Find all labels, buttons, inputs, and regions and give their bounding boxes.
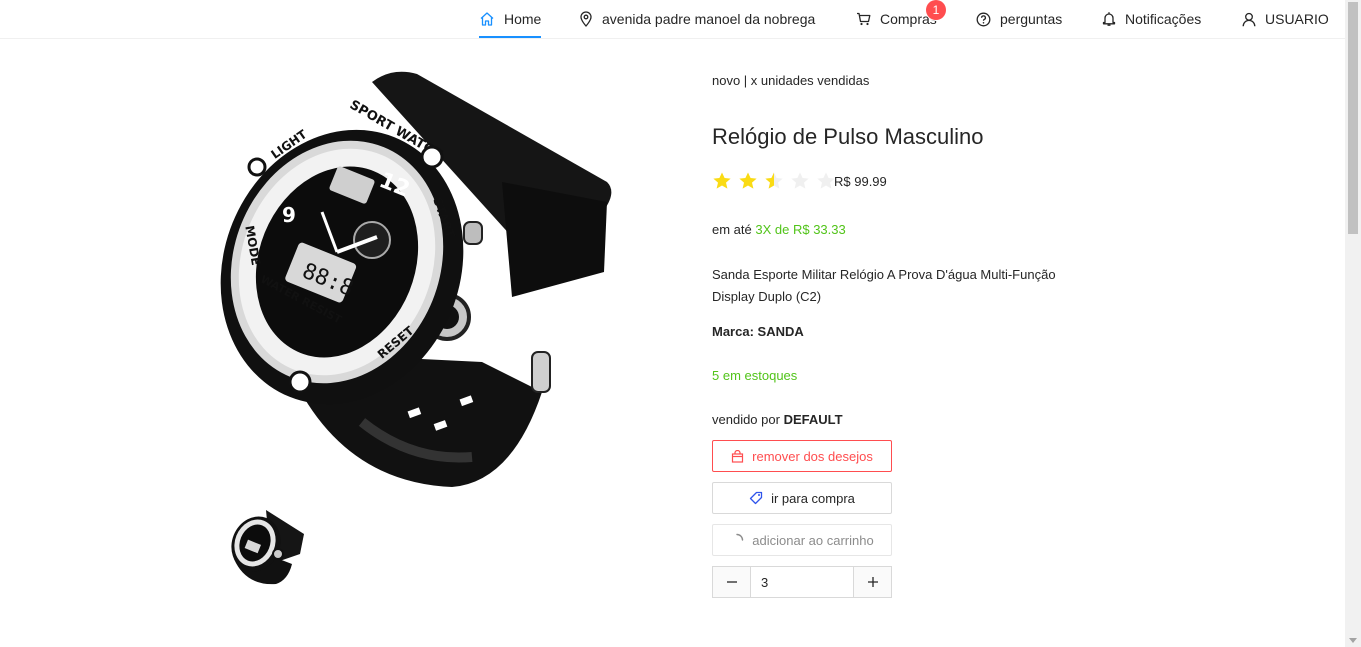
active-tab-indicator: [479, 36, 542, 38]
product-rating[interactable]: R$ 99.99: [712, 171, 887, 191]
star-full-icon[interactable]: [712, 171, 732, 191]
scroll-down-arrow[interactable]: [1349, 638, 1357, 643]
nav-address-label: avenida padre manoel da nobrega: [602, 11, 816, 27]
add-to-cart-label: adicionar ao carrinho: [752, 532, 874, 548]
nav-notifications-label: Notificações: [1125, 11, 1202, 27]
user-icon: [1242, 12, 1256, 26]
product-condition-sales: novo | x unidades vendidas: [712, 73, 870, 88]
go-to-purchase-label: ir para compra: [771, 490, 855, 506]
star-empty-icon[interactable]: [816, 171, 836, 191]
product-main-image: 88:8 9 12 SPORT WATCH LIGHT MODE START R…: [220, 71, 612, 487]
product-title: Relógio de Pulso Masculino: [712, 124, 984, 149]
shopping-cart-icon: [857, 12, 871, 26]
nav-questions-label: perguntas: [1000, 11, 1063, 27]
quantity-increment-button[interactable]: [853, 567, 891, 597]
seller-prefix: vendido por: [712, 412, 780, 427]
shopping-bag-icon: [732, 449, 744, 463]
installments-info: em até 3X de R$ 33.33: [712, 222, 846, 237]
question-circle-icon: [976, 12, 991, 26]
nav-user-label: USUARIO: [1265, 11, 1329, 27]
stock-status: 5 em estoques: [712, 368, 798, 383]
loading-spinner-icon: [736, 533, 744, 541]
product-price: R$ 99.99: [834, 173, 887, 189]
star-empty-icon[interactable]: [790, 171, 810, 191]
top-navigation: Home avenida padre manoel da nobrega Com…: [0, 0, 1345, 39]
location-pin-icon: [580, 11, 592, 27]
tag-icon: [749, 491, 763, 505]
home-icon: [480, 12, 494, 26]
minus-icon: [726, 581, 737, 583]
bell-icon: [1102, 12, 1116, 26]
remove-wishlist-label: remover dos desejos: [752, 448, 873, 464]
product-description: Sanda Esporte Militar Relógio A Prova D'…: [712, 267, 1056, 304]
seller-info: vendido por DEFAULT: [712, 412, 843, 427]
seller-name: DEFAULT: [783, 412, 843, 427]
add-to-cart-button[interactable]: adicionar ao carrinho: [712, 524, 892, 556]
star-half-icon[interactable]: [764, 171, 784, 191]
nav-home[interactable]: Home: [479, 0, 542, 38]
nav-questions[interactable]: perguntas: [976, 0, 1062, 38]
nav-notifications[interactable]: Notificações: [1102, 0, 1201, 38]
star-full-icon[interactable]: [738, 171, 758, 191]
nav-purchases[interactable]: Compras: [856, 0, 937, 38]
svg-text:9: 9: [282, 203, 296, 227]
product-thumbnail[interactable]: [226, 504, 308, 586]
quantity-input[interactable]: [751, 567, 853, 597]
purchases-count-badge: 1: [926, 0, 946, 20]
scrollbar-thumb[interactable]: [1348, 2, 1358, 234]
quantity-decrement-button[interactable]: [713, 567, 751, 597]
product-brand: Marca: SANDA: [712, 324, 804, 339]
installments-prefix: em até: [712, 222, 752, 237]
quantity-stepper: [712, 566, 892, 598]
page-scrollbar[interactable]: [1345, 0, 1361, 647]
installments-value: 3X de R$ 33.33: [755, 222, 846, 237]
go-to-purchase-button[interactable]: ir para compra: [712, 482, 892, 514]
plus-icon: [867, 577, 878, 587]
nav-user[interactable]: USUARIO: [1242, 0, 1329, 38]
remove-wishlist-button[interactable]: remover dos desejos: [712, 440, 892, 472]
nav-home-label: Home: [504, 11, 542, 27]
nav-address[interactable]: avenida padre manoel da nobrega: [579, 0, 815, 38]
